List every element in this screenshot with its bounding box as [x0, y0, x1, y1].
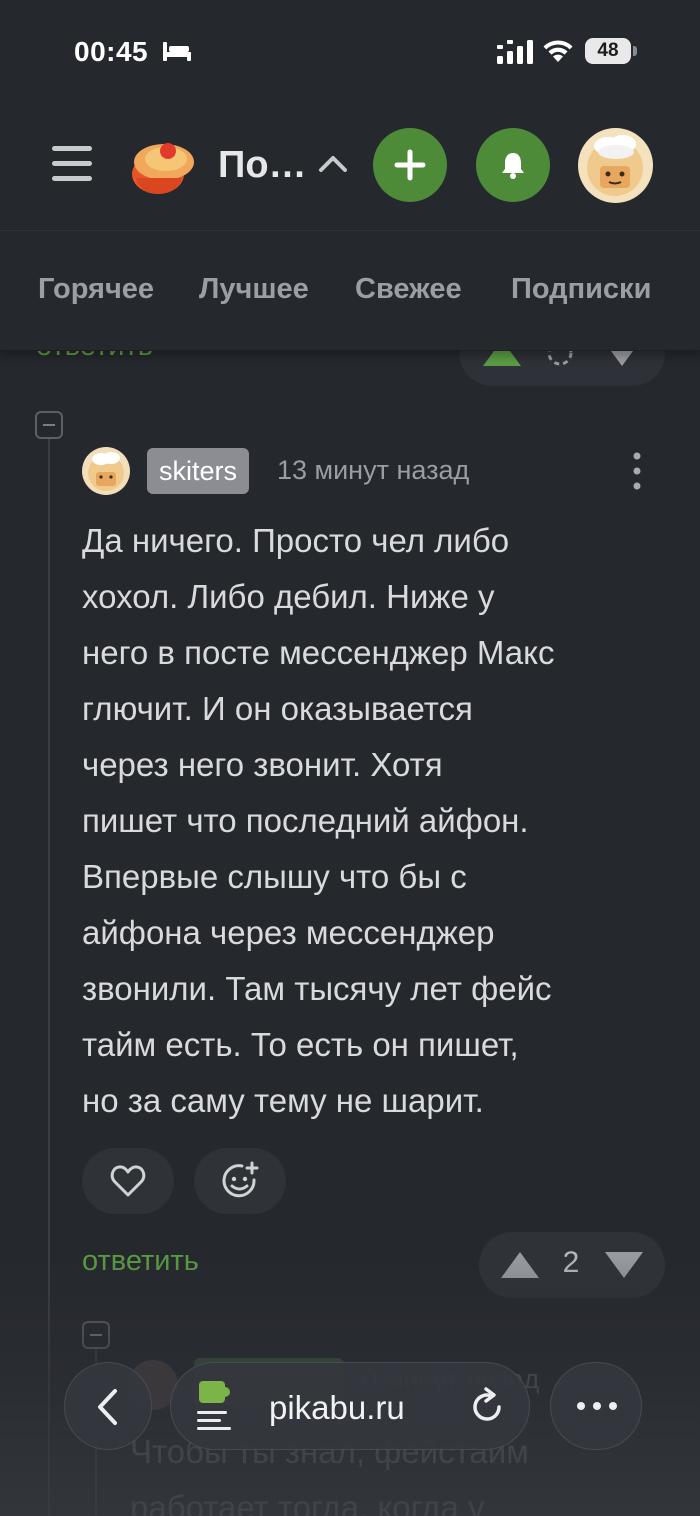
upvote-icon[interactable]	[499, 1250, 541, 1280]
comment-vote-box: 2	[479, 1232, 665, 1298]
comment-timestamp: 13 минут назад	[277, 455, 470, 485]
collapse-reply-button[interactable]	[82, 1321, 110, 1349]
tab-best[interactable]: Лучшее	[199, 273, 309, 306]
extension-reader-icon[interactable]	[195, 1379, 235, 1433]
comment-line: айфона через мессенджер	[82, 914, 495, 951]
downvote-icon[interactable]	[603, 1250, 645, 1280]
comment-author-name[interactable]: skiters	[147, 448, 250, 494]
comment-line: но за саму тему не шарит.	[82, 1082, 484, 1119]
comment-rating: 2	[562, 1246, 580, 1279]
comment-line: Да ничего. Просто чел либо	[82, 522, 510, 559]
tab-fresh[interactable]: Свежее	[355, 273, 462, 306]
emoji-add-icon	[222, 1161, 259, 1198]
thread-line	[48, 438, 50, 1516]
comments-section: ответить skiters 13 минут назад	[0, 0, 700, 1516]
more-options-icon[interactable]	[626, 450, 648, 492]
browser-back-button[interactable]	[64, 1362, 152, 1450]
comment-line: тайм есть. То есть он пишет,	[82, 1026, 519, 1063]
comment-line: пишет что последний айфон.	[82, 802, 529, 839]
comment-line: Впервые слышу что бы с	[82, 858, 467, 895]
collapse-thread-button[interactable]	[35, 411, 63, 439]
browser-more-button[interactable]	[550, 1362, 642, 1450]
like-button[interactable]	[82, 1148, 174, 1214]
comment-line: хохол. Либо дебил. Ниже у	[82, 578, 495, 615]
feed-tabs: Горячее Лучшее Свежее Подписки	[0, 231, 700, 351]
tab-hot[interactable]: Горячее	[38, 273, 154, 306]
reload-icon[interactable]	[467, 1387, 507, 1427]
comment-line: глючит. И он оказывается	[82, 690, 473, 727]
comment-line: работает тогда, когда у	[130, 1489, 485, 1516]
browser-toolbar: pikabu.ru	[0, 1358, 700, 1458]
address-bar[interactable]: pikabu.ru	[170, 1362, 530, 1450]
heart-icon	[110, 1165, 146, 1197]
reply-link[interactable]: ответить	[82, 1245, 199, 1278]
cartoon-avatar-icon	[88, 452, 124, 491]
chevron-left-icon	[98, 1389, 117, 1425]
url-text: pikabu.ru	[269, 1389, 405, 1426]
comment-line: него в посте мессенджер Макс	[82, 634, 555, 671]
ellipsis-icon	[577, 1402, 617, 1410]
comment-line: звонили. Там тысячу лет фейс	[82, 970, 552, 1007]
comment-line: через него звонит. Хотя	[82, 746, 443, 783]
tab-subscriptions[interactable]: Подписки	[511, 273, 651, 306]
add-reaction-button[interactable]	[194, 1148, 286, 1214]
comment-author-avatar[interactable]	[82, 447, 130, 495]
comment-body: Да ничего. Просто чел либо хохол. Либо д…	[82, 513, 662, 1129]
